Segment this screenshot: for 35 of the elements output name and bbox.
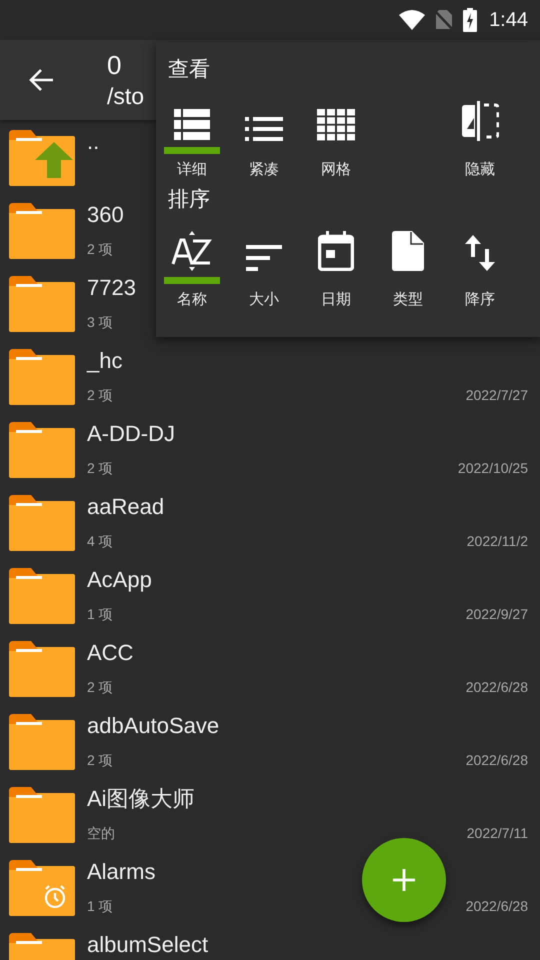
modified-date: 2022/7/11 — [466, 824, 528, 843]
section-title: 排序 — [168, 187, 210, 213]
file-name: 360 — [87, 202, 124, 228]
status-time: 1:44 — [489, 8, 528, 32]
modified-date: 2022/9/27 — [466, 605, 528, 624]
item-count: 4 项 — [87, 532, 113, 551]
file-name: aaRead — [87, 494, 164, 520]
file-name: albumSelect — [87, 932, 208, 958]
item-count: 2 项 — [87, 459, 113, 478]
modified-date: 2022/6/28 — [466, 897, 528, 916]
file-name: 7723 — [87, 275, 136, 301]
file-name: adbAutoSave — [87, 713, 220, 739]
item-count: 1 项 — [87, 605, 113, 624]
modified-date: 2022/10/25 — [458, 459, 528, 478]
file-name: A-DD-DJ — [87, 421, 175, 447]
modified-date: 2022/11/2 — [466, 532, 528, 551]
file-name: ACC — [87, 640, 134, 666]
folder-title: 0 — [107, 49, 122, 81]
item-count: 2 项 — [87, 240, 113, 259]
folder-path: /sto — [107, 82, 144, 111]
file-name: _hc — [87, 348, 122, 374]
item-count: 2 项 — [87, 678, 113, 697]
file-name: Ai图像大师 — [87, 786, 195, 812]
item-count: 3 项 — [87, 313, 113, 332]
file-name: Alarms — [87, 859, 156, 885]
modified-date: 2022/7/27 — [466, 386, 528, 405]
file-name: .. — [87, 129, 100, 155]
item-count: 空的 — [87, 824, 115, 843]
item-count: 2 项 — [87, 386, 113, 405]
item-count: 1 项 — [87, 897, 113, 916]
file-name: AcApp — [87, 567, 152, 593]
modified-date: 2022/6/28 — [466, 678, 528, 697]
modified-date: 2022/6/28 — [466, 751, 528, 770]
item-count: 2 项 — [87, 751, 113, 770]
section-title: 查看 — [168, 57, 210, 83]
